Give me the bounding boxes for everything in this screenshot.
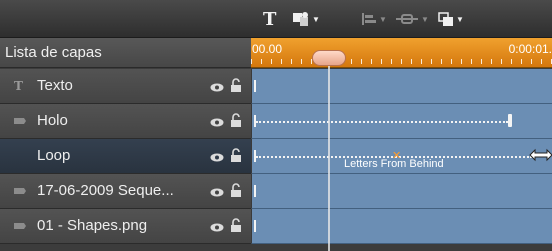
ruler-end-time: 0:00:01. xyxy=(508,42,552,56)
toolbar: T ▼ ▼ ▼ ▼ xyxy=(0,0,552,38)
group-icon xyxy=(396,14,418,24)
chevron-down-icon: ▼ xyxy=(312,14,320,24)
layer-name: 17-06-2009 Seque... xyxy=(37,182,174,199)
shape-layer-icon xyxy=(14,188,26,194)
shapes-tool-button[interactable]: ▼ xyxy=(292,10,320,28)
chevron-down-icon: ▼ xyxy=(456,14,464,24)
timeline-track-loop[interactable]: ✕ Letters From Behind xyxy=(251,139,552,174)
unlock-icon[interactable] xyxy=(230,113,242,128)
group-tool-button[interactable]: ▼ xyxy=(395,10,429,28)
layer-row-texto[interactable]: T Texto xyxy=(0,69,251,104)
effect-duration-line xyxy=(256,121,508,123)
unlock-icon[interactable] xyxy=(230,218,242,233)
arrange-tool-button[interactable]: ▼ xyxy=(438,10,464,28)
eye-icon[interactable] xyxy=(210,83,224,92)
align-tool-button[interactable]: ▼ xyxy=(361,10,387,28)
layer-list-title: Lista de capas xyxy=(5,44,102,61)
ruler-ticks xyxy=(251,59,552,64)
resize-cursor-icon xyxy=(529,148,552,162)
shapes-icon xyxy=(293,12,308,26)
shape-layer-icon xyxy=(14,118,26,124)
eye-icon[interactable] xyxy=(210,223,224,232)
chevron-down-icon: ▼ xyxy=(379,14,387,24)
effect-end-handle[interactable] xyxy=(508,114,512,127)
eye-icon[interactable] xyxy=(210,153,224,162)
clip-start-marker[interactable] xyxy=(254,220,256,232)
layer-name: Holo xyxy=(37,112,68,129)
layer-list-header: Lista de capas xyxy=(0,38,251,68)
unlock-icon[interactable] xyxy=(230,183,242,198)
timeline-ruler[interactable]: 00.00 0:00:01. xyxy=(251,38,552,68)
chevron-down-icon: ▼ xyxy=(421,14,429,24)
layer-name: Texto xyxy=(37,77,73,94)
unlock-icon[interactable] xyxy=(230,148,242,163)
text-tool-icon: T xyxy=(263,8,277,30)
layer-name: 01 - Shapes.png xyxy=(37,217,148,234)
effect-label: Letters From Behind xyxy=(344,158,444,170)
layer-row-shapes-png[interactable]: 01 - Shapes.png xyxy=(0,209,251,244)
text-layer-icon: T xyxy=(14,79,23,93)
clip-start-marker[interactable] xyxy=(254,185,256,197)
text-tool-button[interactable]: T xyxy=(263,8,277,30)
shape-layer-icon xyxy=(14,223,26,229)
layer-name: Loop xyxy=(37,147,71,164)
layer-row-holo[interactable]: Holo xyxy=(0,104,251,139)
layer-row-loop[interactable]: Loop xyxy=(0,139,251,174)
align-icon xyxy=(362,13,376,25)
playhead-line[interactable] xyxy=(328,60,330,251)
timeline-track-texto[interactable] xyxy=(251,69,552,104)
timeline-track-shapes-png[interactable] xyxy=(251,209,552,244)
arrange-icon xyxy=(438,11,453,26)
unlock-icon[interactable] xyxy=(230,78,242,93)
clip-start-marker[interactable] xyxy=(254,80,256,92)
layer-row-sequence[interactable]: 17-06-2009 Seque... xyxy=(0,174,251,209)
ruler-start-time: 00.00 xyxy=(252,42,283,56)
eye-icon[interactable] xyxy=(210,118,224,127)
timeline-track-holo[interactable] xyxy=(251,104,552,139)
timeline-track-sequence[interactable] xyxy=(251,174,552,209)
playhead-scrubber[interactable] xyxy=(312,50,346,66)
eye-icon[interactable] xyxy=(210,188,224,197)
